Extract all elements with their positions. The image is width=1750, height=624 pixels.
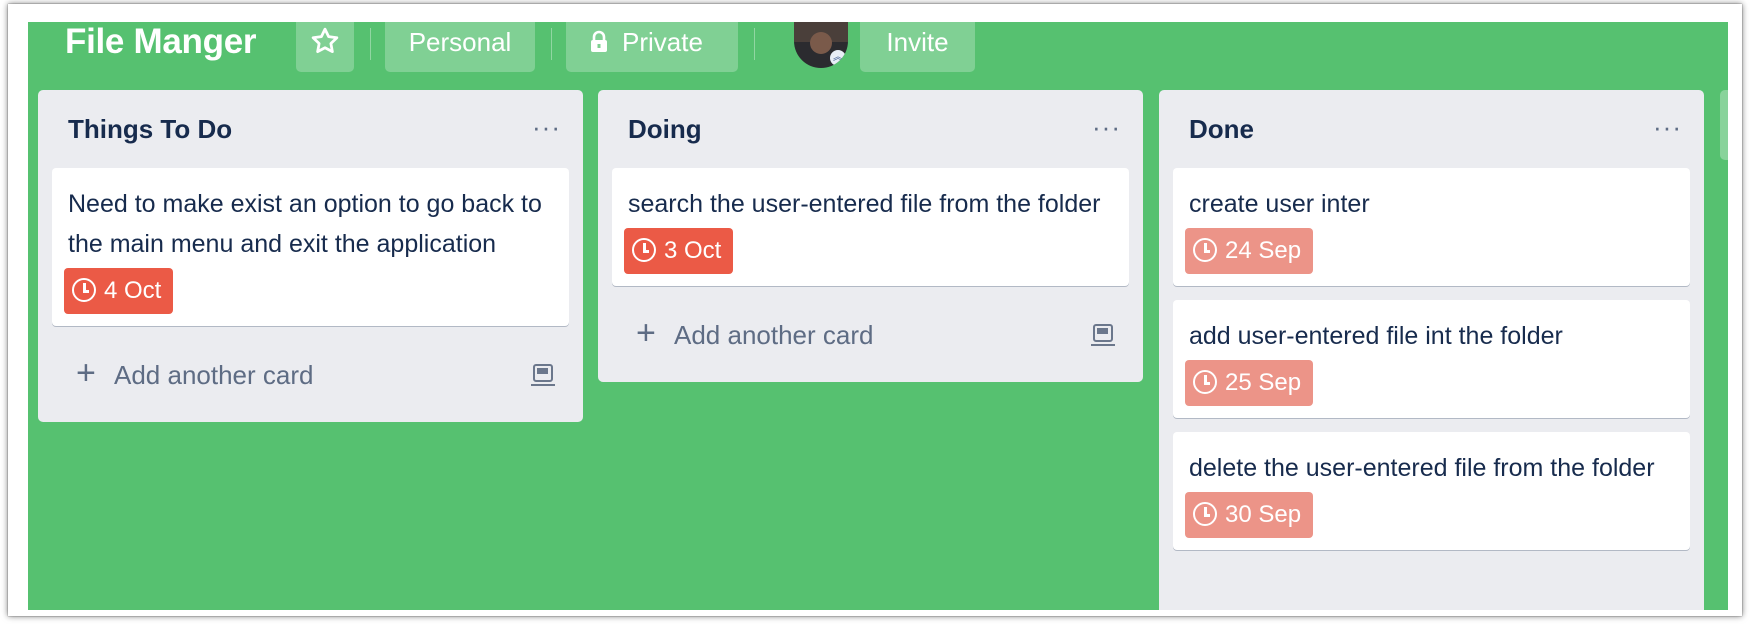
privacy-label: Private [622, 27, 703, 57]
privacy-button[interactable]: Private [566, 22, 738, 72]
list-things-to-do: Things To Do ··· Need to make exist an o… [38, 90, 583, 422]
add-card-button[interactable]: + Add another card [46, 340, 575, 414]
card-title: delete the user-entered file from the fo… [1189, 454, 1655, 482]
add-card-label: Add another card [114, 360, 314, 390]
due-date-label: 24 Sep [1225, 237, 1302, 264]
clock-icon [1193, 238, 1217, 262]
member-avatar[interactable]: ︽ [794, 22, 848, 68]
due-date-badge[interactable]: 30 Sep [1185, 492, 1314, 538]
list-menu-icon[interactable]: ··· [532, 112, 561, 143]
card[interactable]: add user-entered file int the folder 25 … [1173, 300, 1690, 418]
list-done: Done ··· create user inter 24 Sep add us… [1159, 90, 1704, 610]
add-card-button[interactable]: + Add another card [606, 300, 1135, 374]
card-template-icon[interactable] [531, 364, 555, 386]
invite-button[interactable]: Invite [860, 22, 975, 72]
card-title: add user-entered file int the folder [1189, 322, 1563, 350]
list-header: Things To Do ··· [38, 90, 583, 168]
due-date-badge[interactable]: 4 Oct [64, 268, 174, 314]
card-title: create user inter [1189, 190, 1370, 218]
lock-icon [591, 30, 607, 52]
list-title[interactable]: Done [1189, 114, 1254, 145]
star-button[interactable] [296, 22, 354, 72]
list-header: Done ··· [1159, 90, 1704, 168]
card[interactable]: create user inter 24 Sep [1173, 168, 1690, 286]
card-template-icon[interactable] [1091, 324, 1115, 346]
board-title[interactable]: File Manger [65, 22, 256, 72]
add-list-panel-edge[interactable] [1720, 90, 1728, 160]
card-title: Need to make exist an option to go back … [68, 190, 542, 258]
due-date-label: 25 Sep [1225, 369, 1302, 396]
card[interactable]: Need to make exist an option to go back … [52, 168, 569, 326]
list-title[interactable]: Things To Do [68, 114, 232, 145]
list-title[interactable]: Doing [628, 114, 702, 145]
clock-icon [72, 278, 96, 302]
header-divider [754, 28, 755, 60]
clock-icon [1193, 370, 1217, 394]
list-menu-icon[interactable]: ··· [1653, 112, 1682, 143]
admin-badge-icon: ︽ [830, 50, 846, 66]
team-visibility-button[interactable]: Personal [385, 22, 535, 72]
list-doing: Doing ··· search the user-entered file f… [598, 90, 1143, 382]
clock-icon [1193, 502, 1217, 526]
due-date-badge[interactable]: 3 Oct [624, 228, 734, 274]
card[interactable]: search the user-entered file from the fo… [612, 168, 1129, 286]
due-date-label: 4 Oct [104, 277, 162, 304]
list-header: Doing ··· [598, 90, 1143, 168]
due-date-badge[interactable]: 24 Sep [1185, 228, 1314, 274]
card-title: search the user-entered file from the fo… [628, 190, 1101, 218]
header-divider [370, 28, 371, 60]
due-date-badge[interactable]: 25 Sep [1185, 360, 1314, 406]
due-date-label: 30 Sep [1225, 501, 1302, 528]
board-canvas: File Manger Personal Private ︽ Invite Th… [28, 22, 1728, 610]
due-date-label: 3 Oct [664, 237, 722, 264]
board-header: File Manger Personal Private ︽ Invite [28, 22, 1728, 88]
add-card-label: Add another card [674, 320, 874, 350]
header-divider [551, 28, 552, 60]
clock-icon [632, 238, 656, 262]
plus-icon: + [76, 354, 96, 392]
card[interactable]: delete the user-entered file from the fo… [1173, 432, 1690, 550]
plus-icon: + [636, 314, 656, 352]
list-menu-icon[interactable]: ··· [1092, 112, 1121, 143]
screenshot-frame: File Manger Personal Private ︽ Invite Th… [8, 4, 1742, 616]
star-icon [311, 27, 339, 53]
